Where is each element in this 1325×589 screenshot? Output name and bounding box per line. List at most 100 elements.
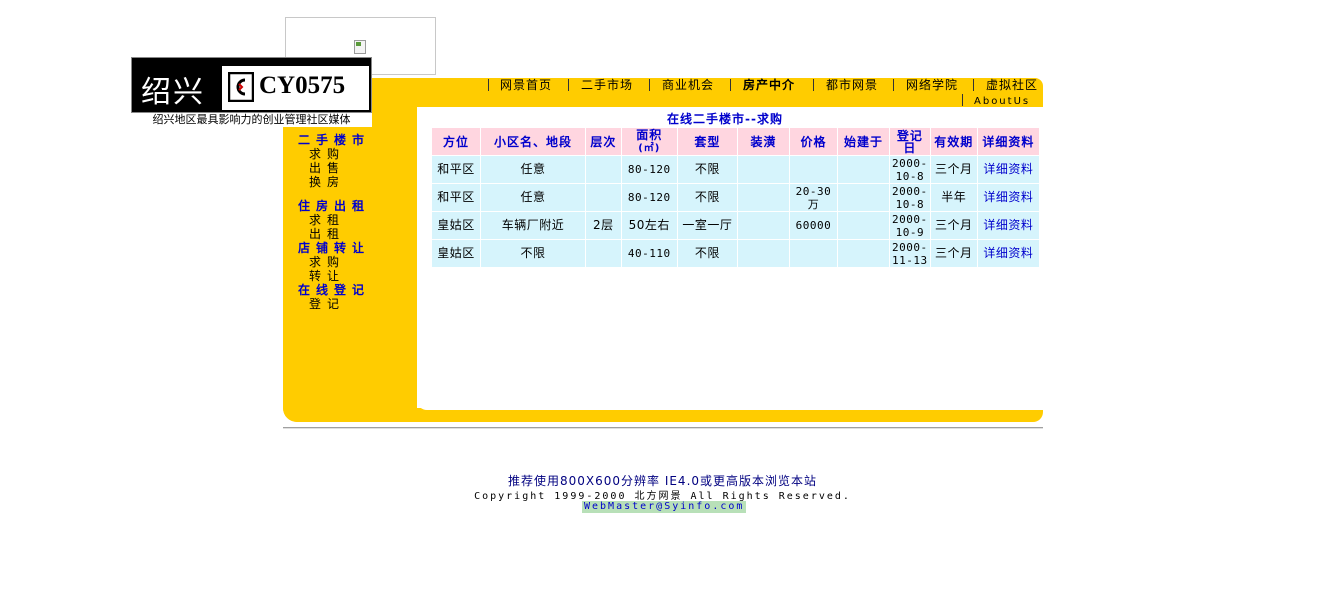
cell-location: 任意 bbox=[480, 156, 586, 183]
sidebar-link-shop-buy[interactable]: 求购 bbox=[309, 255, 345, 269]
cell-built bbox=[837, 240, 889, 267]
table-row: 皇姑区 车辆厂附近 2层 50左右 一室一厅 60000 2000-10-9 三… bbox=[432, 212, 1039, 239]
sidebar-link-rent-out[interactable]: 出租 bbox=[309, 227, 345, 241]
cell-detail: 详细资料 bbox=[977, 156, 1039, 183]
nav-separator bbox=[893, 79, 894, 91]
nav-item-community[interactable]: 虚拟社区 bbox=[986, 78, 1038, 93]
cell-floor bbox=[586, 240, 621, 267]
cell-validity: 三个月 bbox=[930, 156, 977, 183]
cell-area: 皇姑区 bbox=[432, 212, 480, 239]
nav-item-about[interactable]: AboutUs bbox=[974, 93, 1030, 109]
nav-item-market[interactable]: 二手市场 bbox=[581, 78, 633, 93]
sidebar-link-register[interactable]: 登记 bbox=[309, 297, 345, 311]
cell-area: 和平区 bbox=[432, 156, 480, 183]
cell-detail: 详细资料 bbox=[977, 212, 1039, 239]
cell-validity: 三个月 bbox=[930, 240, 977, 267]
cell-price bbox=[790, 240, 837, 267]
header-size-unit: (㎡) bbox=[638, 142, 661, 154]
sidebar-background bbox=[283, 127, 417, 422]
detail-link[interactable]: 详细资料 bbox=[983, 218, 1033, 232]
header-size: 面积 (㎡) bbox=[621, 127, 677, 155]
logo-badge: CY0575 bbox=[222, 66, 369, 110]
cell-decor bbox=[738, 184, 790, 211]
cell-validity: 半年 bbox=[930, 184, 977, 211]
cell-floor: 2层 bbox=[586, 212, 621, 239]
cell-location: 不限 bbox=[480, 240, 586, 267]
cell-built bbox=[837, 212, 889, 239]
listing-table: 方位 小区名、地段 层次 面积 (㎡) 套型 装潢 价格 始建于 登记日 有效期 … bbox=[431, 127, 1040, 268]
nav-link-academy[interactable]: 网络学院 bbox=[906, 78, 958, 92]
nav-link-business[interactable]: 商业机会 bbox=[662, 78, 714, 92]
table-row: 和平区 任意 80-120 不限 2000-10-8 三个月 详细资料 bbox=[432, 156, 1039, 183]
cell-date: 2000-10-9 bbox=[889, 212, 930, 239]
nav-link-realestate[interactable]: 房产中介 bbox=[743, 78, 795, 92]
cell-built bbox=[837, 156, 889, 183]
nav-link-community[interactable]: 虚拟社区 bbox=[986, 78, 1038, 92]
sidebar-link-shop-transfer[interactable]: 转让 bbox=[309, 269, 345, 283]
header-validity: 有效期 bbox=[930, 128, 977, 155]
cell-detail: 详细资料 bbox=[977, 184, 1039, 211]
sidebar-link-seek-rent[interactable]: 求租 bbox=[309, 213, 345, 227]
nav-separator bbox=[568, 79, 569, 91]
sidebar-link-exchange[interactable]: 换房 bbox=[309, 175, 345, 189]
content-title: 在线二手楼市--求购 bbox=[667, 112, 783, 126]
nav-item-realestate[interactable]: 房产中介 bbox=[743, 78, 795, 93]
cell-type: 一室一厅 bbox=[677, 212, 737, 239]
cell-size: 40-110 bbox=[621, 240, 677, 267]
webmaster-email-link[interactable]: WebMaster@Syinfo.com bbox=[582, 501, 747, 513]
cell-type: 不限 bbox=[677, 184, 737, 211]
nav-link-market[interactable]: 二手市场 bbox=[581, 78, 633, 92]
cell-price: 60000 bbox=[790, 212, 837, 239]
table-row: 和平区 任意 80-120 不限 20-30万 2000-10-8 半年 详细资… bbox=[432, 184, 1039, 211]
cell-size: 80-120 bbox=[621, 184, 677, 211]
nav-item-home[interactable]: 网景首页 bbox=[500, 78, 552, 93]
cell-price: 20-30万 bbox=[790, 184, 837, 211]
cell-area: 皇姑区 bbox=[432, 240, 480, 267]
cell-floor bbox=[586, 184, 621, 211]
nav-link-about[interactable]: AboutUs bbox=[974, 96, 1030, 107]
nav-item-business[interactable]: 商业机会 bbox=[662, 78, 714, 93]
detail-link[interactable]: 详细资料 bbox=[983, 190, 1033, 204]
logo-code: CY0575 bbox=[259, 72, 346, 99]
frame-bottom bbox=[283, 408, 1043, 422]
cell-detail: 详细资料 bbox=[977, 240, 1039, 267]
nav-separator bbox=[962, 94, 963, 106]
cell-type: 不限 bbox=[677, 240, 737, 267]
sidebar-section-title: 在线登记 bbox=[298, 283, 371, 297]
cell-size: 80-120 bbox=[621, 156, 677, 183]
cell-decor bbox=[738, 212, 790, 239]
header-date-label-2: 日 bbox=[903, 140, 917, 155]
sidebar-section-title: 店铺转让 bbox=[298, 241, 371, 255]
header-area: 方位 bbox=[432, 128, 480, 155]
detail-link[interactable]: 详细资料 bbox=[983, 246, 1033, 260]
sidebar-link-buy[interactable]: 求购 bbox=[309, 147, 345, 161]
detail-link[interactable]: 详细资料 bbox=[983, 162, 1033, 176]
header-floor: 层次 bbox=[586, 128, 621, 155]
cell-date: 2000-10-8 bbox=[889, 156, 930, 183]
cell-built bbox=[837, 184, 889, 211]
cell-location: 任意 bbox=[480, 184, 586, 211]
header-type: 套型 bbox=[677, 128, 737, 155]
cell-date: 2000-11-13 bbox=[889, 240, 930, 267]
table-row: 皇姑区 不限 40-110 不限 2000-11-13 三个月 详细资料 bbox=[432, 240, 1039, 267]
logo-mark-icon bbox=[228, 72, 254, 102]
sidebar-section-title: 二手楼市 bbox=[298, 133, 371, 147]
header-decor: 装潢 bbox=[738, 128, 790, 155]
nav-link-home[interactable]: 网景首页 bbox=[500, 78, 552, 92]
nav-separator bbox=[649, 79, 650, 91]
sidebar-link-sell[interactable]: 出售 bbox=[309, 161, 345, 175]
logo-tagline: 绍兴地区最具影响力的创业管理社区媒体 bbox=[131, 113, 372, 127]
nav-link-city[interactable]: 都市网景 bbox=[826, 78, 878, 92]
header-size-label: 面积 bbox=[636, 127, 663, 142]
footer-copyright: Copyright 1999-2000 北方网景 All Rights Rese… bbox=[474, 491, 851, 502]
nav-item-city[interactable]: 都市网景 bbox=[826, 78, 878, 93]
header-detail: 详细资料 bbox=[977, 128, 1039, 155]
cell-price bbox=[790, 156, 837, 183]
cell-date: 2000-10-8 bbox=[889, 184, 930, 211]
site-logo[interactable]: 绍兴 CY0575 bbox=[131, 57, 372, 113]
header-price: 价格 bbox=[790, 128, 837, 155]
sidebar-section-title: 住房出租 bbox=[298, 199, 371, 213]
cell-floor bbox=[586, 156, 621, 183]
nav-separator bbox=[488, 79, 489, 91]
nav-item-academy[interactable]: 网络学院 bbox=[906, 78, 958, 93]
